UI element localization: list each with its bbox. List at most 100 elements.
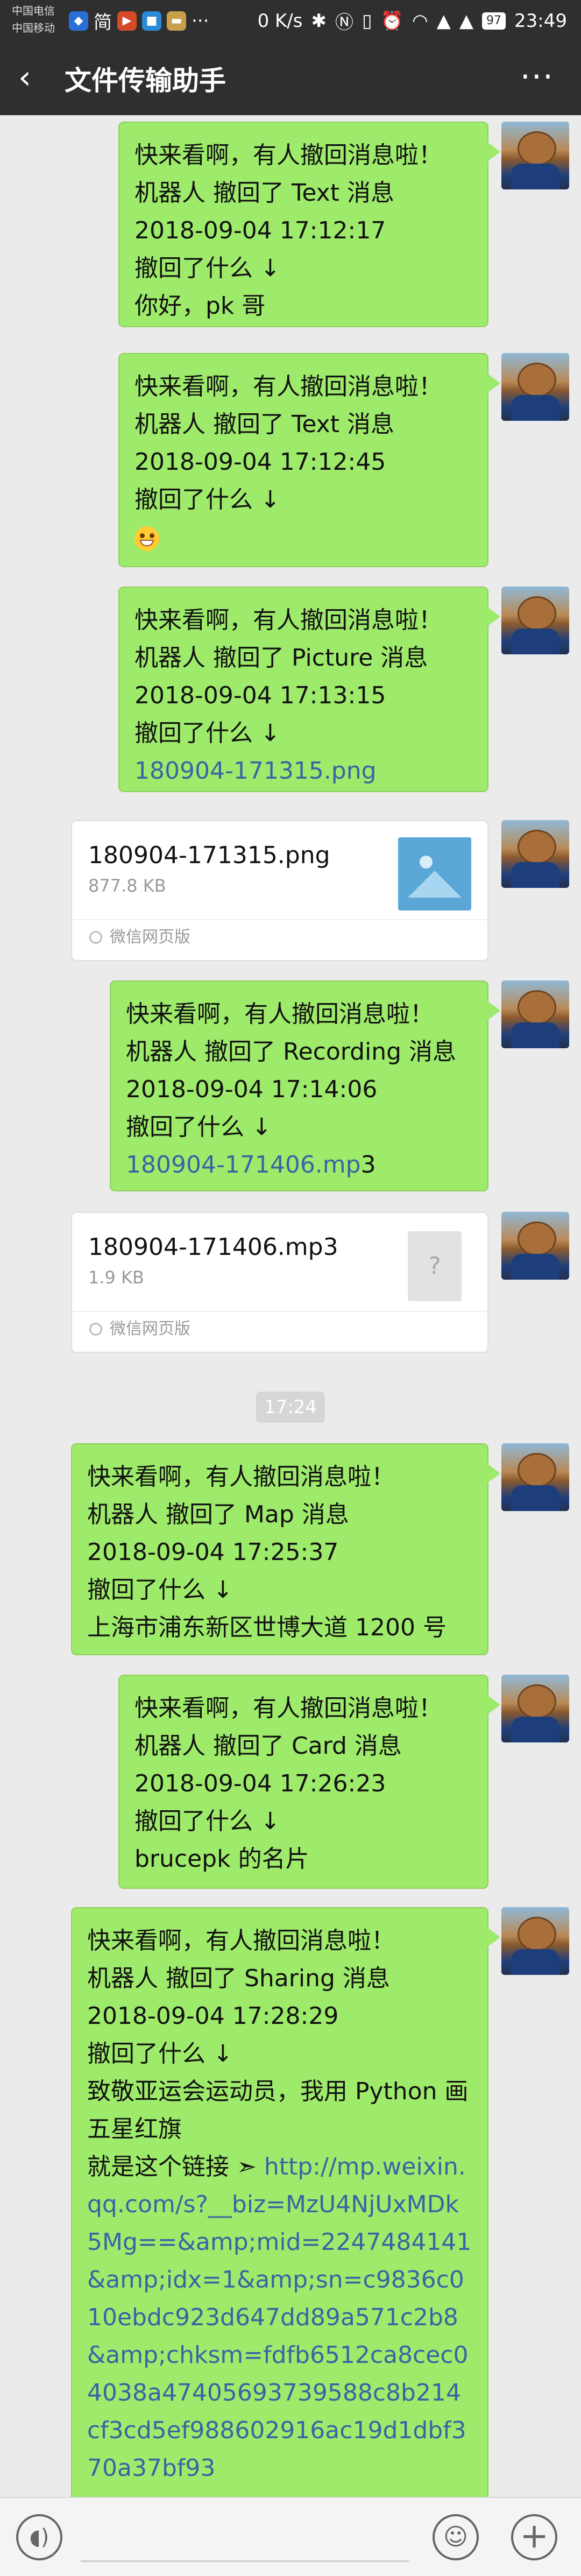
message-line: 机器人 撤回了 Map 消息 [87,1501,349,1528]
file-card[interactable]: 180904-171315.png 877.8 KB 微信网页版 [71,820,488,961]
file-card[interactable]: 180904-171406.mp3 1.9 KB ? 微信网页版 [71,1212,488,1353]
message-line: 快来看啊，有人撤回消息啦！ [134,606,442,634]
message-line: 2018-09-04 17:28:29 [87,2002,339,2030]
vibrate-icon: ▯ [362,10,372,32]
message-line: 快来看啊，有人撤回消息啦！ [87,1927,395,1954]
avatar[interactable] [501,820,569,888]
message-line: 撤回了什么 ↓ [126,1113,272,1141]
message-line: 快来看啊，有人撤回消息啦！ [134,373,442,400]
share-link[interactable]: http://mp.weixin.qq.com/s?__biz=MzU4NjUx… [87,2153,471,2482]
message-bubble[interactable]: 快来看啊，有人撤回消息啦！ 机器人 撤回了 Sharing 消息 2018-09… [71,1907,500,2553]
more-notifications-icon: ··· [192,10,209,32]
carrier-2: 中国移动 [12,22,55,34]
message-line: 2018-09-04 17:14:06 [126,1076,378,1103]
file-link[interactable]: 180904-171315.png [134,752,472,790]
message-line: 2018-09-04 17:12:17 [134,217,386,244]
message-line: 撤回了什么 ↓ [134,486,280,513]
notification-icons: ◆ 简 ▶ ■ ▬ ··· [69,8,209,34]
more-dots-icon[interactable]: ··· [520,58,554,96]
message-line: brucepk 的名片 [134,1845,309,1873]
message-line: 2018-09-04 17:13:15 [134,682,386,709]
card-divider [72,919,487,920]
wallet-app-icon: ▬ [167,11,186,31]
message-line: 快来看啊，有人撤回消息啦！ [126,1000,434,1028]
share-prefix: 就是这个链接 ➣ [87,2153,264,2180]
message-bubble[interactable]: 快来看啊，有人撤回消息啦！ 机器人 撤回了 Card 消息 2018-09-04… [118,1675,500,1889]
jian-label: 简 [94,12,112,33]
message-line: 机器人 撤回了 Sharing 消息 [87,1965,390,1992]
status-bar: 中国电信 中国移动 ◆ 简 ▶ ■ ▬ ··· 0 K/s ✱ Ⓝ ▯ ⏰ ◠ … [0,0,581,43]
message-line: 机器人 撤回了 Picture 消息 [134,644,428,672]
alarm-icon: ⏰ [380,10,404,32]
message-bubble[interactable]: 快来看啊，有人撤回消息啦！ 机器人 撤回了 Picture 消息 2018-09… [118,587,500,792]
file-source: 微信网页版 [110,928,190,947]
avatar[interactable] [501,1443,569,1511]
message-line: 上海市浦东新区世博大道 1200 号 [87,1614,447,1641]
file-link[interactable]: 180904-171406.mp [126,1151,361,1178]
chat-title: 文件传输助手 [65,65,226,96]
avatar[interactable] [501,122,569,189]
avatar[interactable] [501,1675,569,1742]
web-source-icon [89,1323,102,1336]
avatar[interactable] [501,353,569,421]
message-line: 撤回了什么 ↓ [87,1576,233,1604]
message-bubble[interactable]: 快来看啊，有人撤回消息啦！ 机器人 撤回了 Text 消息 2018-09-04… [118,353,500,567]
file-name: 180904-171315.png [88,842,330,869]
grinning-emoji-icon [134,526,159,551]
carrier-info: 中国电信 中国移动 [12,2,55,37]
back-chevron-icon[interactable]: ‹ [18,61,31,94]
message-line: 撤回了什么 ↓ [134,719,280,747]
network-speed: 0 K/s [257,10,303,32]
nfc-icon: Ⓝ [335,12,353,33]
clock: 23:49 [514,10,567,32]
signal-icon: ▲ [436,10,451,32]
chat-header: ‹ 文件传输助手 ··· [0,43,581,115]
bluetooth-icon: ✱ [311,10,327,32]
carrier-1: 中国电信 [12,4,55,17]
card-divider [72,1311,487,1312]
avatar[interactable] [501,587,569,654]
message-line: 机器人 撤回了 Text 消息 [134,411,394,438]
unknown-file-icon: ? [408,1231,462,1301]
signal-2-icon: ▲ [459,10,474,32]
battery-icon: 97 [482,12,506,30]
message-line: 快来看啊，有人撤回消息啦！ [134,1695,442,1722]
message-line: 机器人 撤回了 Card 消息 [134,1732,402,1760]
avatar[interactable] [501,1212,569,1280]
message-line: 机器人 撤回了 Text 消息 [134,179,394,207]
voice-icon[interactable]: ◖) [16,2514,62,2560]
video-app-icon: ▶ [117,11,137,31]
message-line: 2018-09-04 17:26:23 [134,1770,386,1797]
message-bubble[interactable]: 快来看啊，有人撤回消息啦！ 机器人 撤回了 Text 消息 2018-09-04… [118,122,500,327]
message-line: 撤回了什么 ↓ [134,255,280,282]
message-line: 快来看啊，有人撤回消息啦！ [87,1463,395,1491]
input-bar: ◖) ☺ + [0,2497,581,2576]
shield-icon: ◆ [69,11,88,31]
web-source-icon [89,931,102,944]
status-right: 0 K/s ✱ Ⓝ ▯ ⏰ ◠ ▲ ▲ 97 23:49 [258,8,567,34]
message-input[interactable] [81,2560,409,2562]
message-line: 快来看啊，有人撤回消息啦！ [134,142,442,169]
message-line: 撤回了什么 ↓ [87,2040,233,2067]
time-separator: 17:24 [256,1392,325,1423]
plus-icon[interactable]: + [511,2514,557,2560]
message-bubble[interactable]: 快来看啊，有人撤回消息啦！ 机器人 撤回了 Map 消息 2018-09-04 … [71,1443,500,1655]
emoji-icon[interactable]: ☺ [433,2514,479,2560]
message-line: 你好，pk 哥 [134,292,266,320]
message-line: 撤回了什么 ↓ [134,1808,280,1835]
message-line: 2018-09-04 17:25:37 [87,1538,339,1566]
avatar[interactable] [501,1907,569,1975]
image-icon [398,837,471,911]
message-line: 致敬亚运会运动员，我用 Python 画五星红旗 [87,2078,469,2143]
file-size: 877.8 KB [88,876,166,896]
app-icon: ■ [142,11,161,31]
file-size: 1.9 KB [88,1267,144,1288]
file-source: 微信网页版 [110,1319,190,1338]
file-name: 180904-171406.mp3 [88,1233,338,1261]
message-bubble[interactable]: 快来看啊，有人撤回消息啦！ 机器人 撤回了 Recording 消息 2018-… [110,980,500,1191]
file-link-suffix: 3 [360,1151,376,1178]
message-line: 2018-09-04 17:12:45 [134,448,386,476]
message-line: 机器人 撤回了 Recording 消息 [126,1038,457,1065]
wifi-icon: ◠ [412,10,428,32]
avatar[interactable] [501,980,569,1048]
